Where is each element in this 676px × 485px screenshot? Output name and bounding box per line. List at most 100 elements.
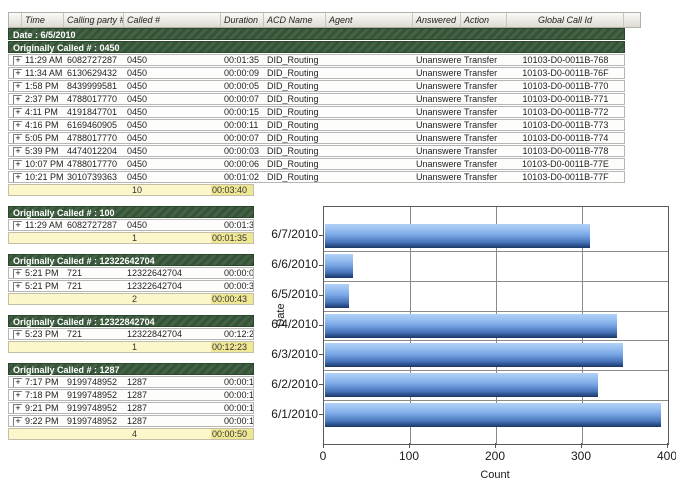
table-row[interactable]: +5:21 PM7211232264270400:00:34 — [8, 280, 254, 292]
column-header-duration[interactable]: Duration — [221, 13, 264, 27]
summary-call-count: 4 — [111, 429, 211, 439]
expand-row-button[interactable]: + — [13, 173, 22, 182]
cell-answered: Unanswered — [413, 81, 461, 91]
cell-global_call_id: 10103-D0-0011B-772 — [507, 107, 624, 117]
table-row[interactable]: +5:39 PM4474012204045000:00:03DID_Routin… — [8, 145, 625, 157]
column-header-agent[interactable]: Agent — [326, 13, 413, 27]
column-header-expander[interactable] — [9, 13, 22, 27]
table-row[interactable]: +11:34 AM6130629432045000:00:09DID_Routi… — [8, 67, 625, 79]
column-header-answered[interactable]: Answered — [413, 13, 461, 27]
x-axis-tick — [323, 443, 324, 448]
table-row[interactable]: +11:29 AM6082727287045000:01:35 — [8, 219, 254, 231]
column-header-action[interactable]: Action — [461, 13, 507, 27]
expander-cell: + — [9, 55, 22, 65]
expand-row-button[interactable]: + — [13, 82, 22, 91]
cell-calling_party: 4474012204 — [64, 146, 124, 156]
cell-called: 12322642704 — [124, 281, 221, 291]
cell-time: 11:29 AM — [22, 55, 64, 65]
cell-agent — [326, 107, 413, 117]
table-row[interactable]: +9:22 PM9199748952128700:00:11 — [8, 415, 254, 427]
expand-row-button[interactable]: + — [13, 269, 22, 278]
expander-cell: + — [9, 159, 22, 169]
cell-duration: 00:01:35 — [221, 55, 264, 65]
expand-row-button[interactable]: + — [13, 121, 22, 130]
cell-acd_name: DID_Routing — [264, 159, 326, 169]
table-row[interactable]: +7:18 PM9199748952128700:00:12 — [8, 389, 254, 401]
table-row[interactable]: +5:05 PM4788017770045000:00:07DID_Routin… — [8, 132, 625, 144]
expand-row-button[interactable]: + — [13, 282, 22, 291]
group-header-band: Originally Called # : 12322842704 — [8, 315, 254, 327]
cell-global_call_id: 10103-D0-0011B-770 — [507, 81, 624, 91]
table-row[interactable]: +10:07 PM4788017770045000:00:06DID_Routi… — [8, 158, 625, 170]
y-tick-label: 6/5/2010 — [270, 288, 318, 301]
expander-cell: + — [9, 390, 22, 400]
cell-agent — [326, 120, 413, 130]
group-header-band: Originally Called # : 0450 — [8, 41, 625, 53]
cell-called: 0450 — [124, 107, 221, 117]
y-tick-label: 6/4/2010 — [270, 318, 318, 331]
column-header-acd_name[interactable]: ACD Name — [264, 13, 326, 27]
table-row[interactable]: +9:21 PM9199748952128700:00:14 — [8, 402, 254, 414]
column-header-called[interactable]: Called # — [124, 13, 221, 27]
expand-row-button[interactable]: + — [13, 404, 22, 413]
cell-acd_name: DID_Routing — [264, 94, 326, 104]
cell-calling_party: 721 — [64, 329, 124, 339]
cell-global_call_id: 10103-D0-0011B-778 — [507, 146, 624, 156]
cell-calling_party: 721 — [64, 281, 124, 291]
table-row[interactable]: +4:16 PM6169460905045000:00:11DID_Routin… — [8, 119, 625, 131]
table-row[interactable]: +5:23 PM7211232284270400:12:23 — [8, 328, 254, 340]
expand-row-button[interactable]: + — [13, 147, 22, 156]
x-axis-title: Count — [455, 469, 535, 481]
expand-row-button[interactable]: + — [13, 134, 22, 143]
cell-action: Transfer — [461, 94, 507, 104]
chart-bar — [325, 343, 623, 367]
column-header-calling_party[interactable]: Calling party # — [64, 13, 124, 27]
y-axis-tick — [319, 235, 323, 236]
expander-cell: + — [9, 133, 22, 143]
expand-row-button[interactable]: + — [13, 56, 22, 65]
summary-call-count: 2 — [111, 294, 211, 304]
y-axis-tick — [319, 325, 323, 326]
column-header-time[interactable]: Time — [22, 13, 64, 27]
expander-cell: + — [9, 107, 22, 117]
table-row[interactable]: +10:21 PM3010739363045000:01:02DID_Routi… — [8, 171, 625, 183]
summary-call-count: 1 — [111, 342, 211, 352]
cell-global_call_id: 10103-D0-0011B-773 — [507, 120, 624, 130]
table-row[interactable]: +2:37 PM4788017770045000:00:07DID_Routin… — [8, 93, 625, 105]
table-row[interactable]: +1:58 PM8439999581045000:00:05DID_Routin… — [8, 80, 625, 92]
cell-action: Transfer — [461, 107, 507, 117]
cell-time: 5:21 PM — [22, 268, 64, 278]
summary-spacer — [9, 233, 111, 243]
expand-row-button[interactable]: + — [13, 108, 22, 117]
calls-per-day-bar-chart: Date Count 01002003004006/7/20106/6/2010… — [270, 198, 676, 485]
expand-row-button[interactable]: + — [13, 330, 22, 339]
x-axis-tick — [581, 443, 582, 448]
expand-row-button[interactable]: + — [13, 160, 22, 169]
table-row[interactable]: +7:17 PM9199748952128700:00:13 — [8, 376, 254, 388]
expand-row-button[interactable]: + — [13, 221, 22, 230]
cell-time: 7:18 PM — [22, 390, 64, 400]
x-tick-label: 400 — [645, 449, 676, 463]
cell-calling_party: 4788017770 — [64, 159, 124, 169]
cell-action: Transfer — [461, 146, 507, 156]
expand-row-button[interactable]: + — [13, 69, 22, 78]
cell-duration: 00:01:35 — [221, 220, 253, 230]
call-report-page: TimeCalling party #Called #DurationACD N… — [0, 0, 676, 485]
cell-answered: Unanswered — [413, 146, 461, 156]
summary-spacer — [9, 185, 111, 195]
expand-row-button[interactable]: + — [13, 391, 22, 400]
expand-row-button[interactable]: + — [13, 95, 22, 104]
table-row[interactable]: +5:21 PM7211232264270400:00:09 — [8, 267, 254, 279]
column-header-global_call_id[interactable]: Global Call Id — [507, 13, 624, 27]
expand-row-button[interactable]: + — [13, 378, 22, 387]
cell-action: Transfer — [461, 159, 507, 169]
cell-answered: Unanswered — [413, 172, 461, 182]
cell-time: 7:17 PM — [22, 377, 64, 387]
group-summary-row: 100:01:35 — [8, 232, 254, 244]
expander-cell: + — [9, 329, 22, 339]
expand-row-button[interactable]: + — [13, 417, 22, 426]
cell-action: Transfer — [461, 172, 507, 182]
table-row[interactable]: +4:11 PM4191847701045000:00:15DID_Routin… — [8, 106, 625, 118]
table-row[interactable]: +11:29 AM6082727287045000:01:35DID_Routi… — [8, 54, 625, 66]
cell-acd_name: DID_Routing — [264, 133, 326, 143]
